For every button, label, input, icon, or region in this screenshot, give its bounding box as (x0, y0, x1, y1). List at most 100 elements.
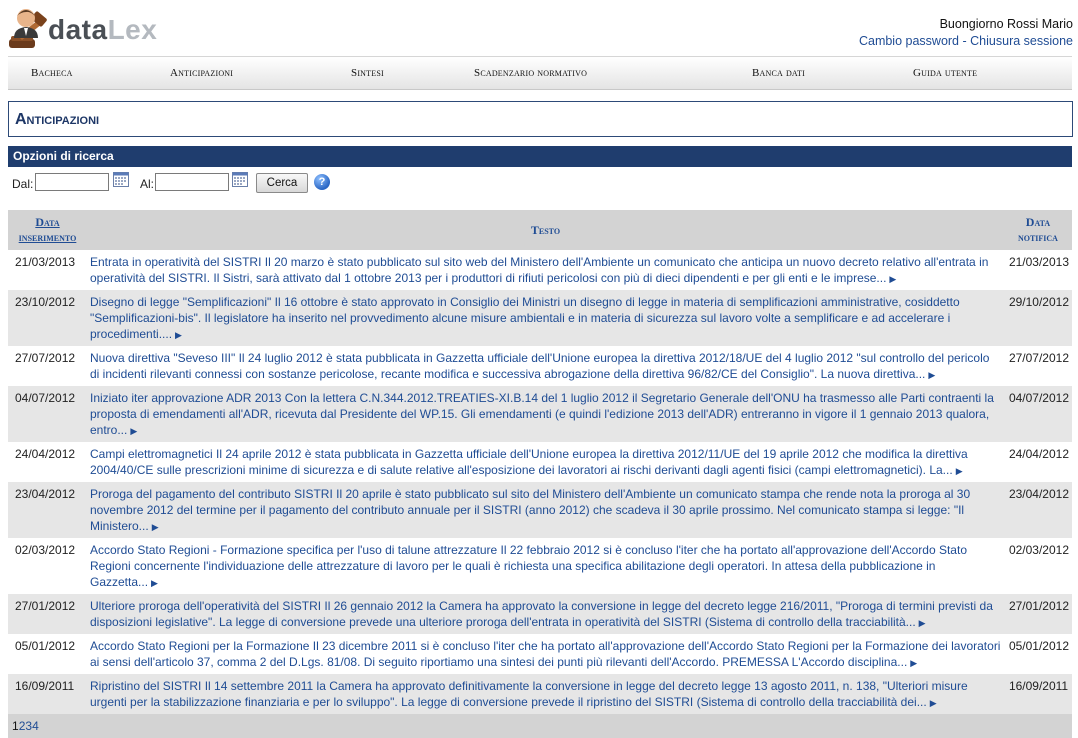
notify-date-cell: 21/03/2013 (1003, 250, 1072, 290)
news-link[interactable]: Accordo Stato Regioni per la Formazione … (90, 639, 1000, 669)
read-more-arrow-icon[interactable]: ▶ (889, 274, 896, 284)
news-link[interactable]: Accordo Stato Regioni - Formazione speci… (90, 543, 967, 589)
column-header-text: Testo (87, 210, 1004, 250)
news-link[interactable]: Entrata in operatività del SISTRI Il 20 … (90, 255, 988, 285)
read-more-arrow-icon[interactable]: ▶ (130, 426, 137, 436)
news-text-cell[interactable]: Ripristino del SISTRI Il 14 settembre 20… (87, 674, 1004, 714)
pager-current-page: 1 (12, 719, 19, 733)
table-row[interactable]: 05/01/2012 Accordo Stato Regioni per la F… (8, 634, 1072, 674)
news-link[interactable]: Disegno di legge "Semplificazioni" Il 16… (90, 295, 960, 341)
notify-date-cell: 23/04/2012 (1003, 482, 1072, 538)
pager-page-link[interactable]: 4 (32, 719, 39, 733)
nav-item-guida-utente[interactable]: Guida utente (913, 67, 977, 79)
help-icon[interactable]: ? (314, 174, 330, 190)
news-text-cell[interactable]: Campi elettromagnetici Il 24 aprile 2012… (87, 442, 1004, 482)
table-row[interactable]: 23/10/2012 Disegno di legge "Semplificazi… (8, 290, 1072, 346)
nav-item-scadenzario[interactable]: Scadenzario normativo (474, 67, 587, 79)
insert-date-cell: 27/01/2012 (8, 594, 87, 634)
news-text: Accordo Stato Regioni per la Formazione … (90, 639, 1001, 669)
calendar-icon[interactable] (113, 172, 129, 187)
insert-date-cell: 02/03/2012 (8, 538, 87, 594)
logo-wordmark: dataLex (48, 14, 158, 45)
greeting-text: Buongiorno Rossi Mario (939, 17, 1073, 31)
link-separator: - (962, 34, 967, 48)
news-link[interactable]: Campi elettromagnetici Il 24 aprile 2012… (90, 447, 968, 477)
table-row[interactable]: 02/03/2012 Accordo Stato Regioni - Formaz… (8, 538, 1072, 594)
notify-date-cell: 29/10/2012 (1003, 290, 1072, 346)
table-row[interactable]: 24/04/2012 Campi elettromagnetici Il 24 a… (8, 442, 1072, 482)
to-date-input[interactable] (155, 173, 229, 191)
from-date-input[interactable] (35, 173, 109, 191)
main-nav: Bacheca Anticipazioni Sintesi Scadenzari… (8, 56, 1072, 90)
from-date-label: Dal: (12, 177, 34, 191)
notify-date-cell: 27/01/2012 (1003, 594, 1072, 634)
news-text-cell[interactable]: Accordo Stato Regioni - Formazione speci… (87, 538, 1004, 594)
lawyer-gavel-icon (9, 9, 47, 48)
search-button[interactable]: Cerca (256, 173, 308, 193)
read-more-arrow-icon[interactable]: ▶ (175, 330, 182, 340)
notify-date-cell: 24/04/2012 (1003, 442, 1072, 482)
notify-date-cell: 27/07/2012 (1003, 346, 1072, 386)
insert-date-cell: 27/07/2012 (8, 346, 87, 386)
nav-item-banca-dati[interactable]: Banca dati (752, 67, 805, 79)
search-options-title: Opzioni di ricerca (13, 149, 114, 163)
read-more-arrow-icon[interactable]: ▶ (956, 466, 963, 476)
table-row[interactable]: 16/09/2011 Ripristino del SISTRI Il 14 se… (8, 674, 1072, 714)
news-text: Accordo Stato Regioni - Formazione speci… (90, 543, 967, 589)
calendar-icon[interactable] (232, 172, 248, 187)
table-row[interactable]: 27/01/2012 Ulteriore proroga dell'operati… (8, 594, 1072, 634)
news-link[interactable]: Ulteriore proroga dell'operatività del S… (90, 599, 993, 629)
results-table: Data inserimento Testo Data notifica 21/03… (8, 210, 1072, 738)
table-header-row: Data inserimento Testo Data notifica (8, 210, 1072, 250)
news-link[interactable]: Proroga del pagamento del contributo SIS… (90, 487, 970, 533)
news-text-cell[interactable]: Entrata in operatività del SISTRI Il 20 … (87, 250, 1004, 290)
news-text: Ulteriore proroga dell'operatività del S… (90, 599, 993, 629)
datalex-logo[interactable]: dataLex (8, 6, 168, 54)
sort-insert-date-link[interactable]: Data inserimento (19, 215, 77, 244)
nav-item-sintesi[interactable]: Sintesi (351, 67, 384, 79)
read-more-arrow-icon[interactable]: ▶ (928, 370, 935, 380)
table-row[interactable]: 23/04/2012 Proroga del pagamento del cont… (8, 482, 1072, 538)
news-text: Ripristino del SISTRI Il 14 settembre 20… (90, 679, 968, 709)
insert-date-cell: 23/10/2012 (8, 290, 87, 346)
read-more-arrow-icon[interactable]: ▶ (930, 698, 937, 708)
news-text-cell[interactable]: Ulteriore proroga dell'operatività del S… (87, 594, 1004, 634)
column-header-insert-date[interactable]: Data inserimento (8, 210, 87, 250)
news-text-cell[interactable]: Disegno di legge "Semplificazioni" Il 16… (87, 290, 1004, 346)
column-header-notify-date: Data notifica (1003, 210, 1072, 250)
news-text: Disegno di legge "Semplificazioni" Il 16… (90, 295, 960, 341)
news-text-cell[interactable]: Nuova direttiva "Seveso III" Il 24 lugli… (87, 346, 1004, 386)
change-password-link[interactable]: Cambio password (859, 34, 959, 48)
user-greeting-area: Buongiorno Rossi Mario Cambio password -… (859, 16, 1073, 50)
insert-date-cell: 21/03/2013 (8, 250, 87, 290)
insert-date-cell: 16/09/2011 (8, 674, 87, 714)
to-date-label: Al: (140, 177, 155, 191)
read-more-arrow-icon[interactable]: ▶ (919, 618, 926, 628)
news-link[interactable]: Ripristino del SISTRI Il 14 settembre 20… (90, 679, 968, 709)
news-link[interactable]: Iniziato iter approvazione ADR 2013 Con … (90, 391, 994, 437)
insert-date-cell: 05/01/2012 (8, 634, 87, 674)
news-text: Proroga del pagamento del contributo SIS… (90, 487, 971, 533)
table-row[interactable]: 04/07/2012 Iniziato iter approvazione ADR… (8, 386, 1072, 442)
insert-date-cell: 23/04/2012 (8, 482, 87, 538)
read-more-arrow-icon[interactable]: ▶ (151, 578, 158, 588)
notify-date-cell: 05/01/2012 (1003, 634, 1072, 674)
insert-date-cell: 04/07/2012 (8, 386, 87, 442)
nav-item-bacheca[interactable]: Bacheca (31, 67, 73, 79)
table-row[interactable]: 21/03/2013 Entrata in operatività del SIS… (8, 250, 1072, 290)
news-text-cell[interactable]: Accordo Stato Regioni per la Formazione … (87, 634, 1004, 674)
logout-link[interactable]: Chiusura sessione (970, 34, 1073, 48)
read-more-arrow-icon[interactable]: ▶ (910, 658, 917, 668)
news-text-cell[interactable]: Iniziato iter approvazione ADR 2013 Con … (87, 386, 1004, 442)
news-link[interactable]: Nuova direttiva "Seveso III" Il 24 lugli… (90, 351, 989, 381)
notify-date-cell: 02/03/2012 (1003, 538, 1072, 594)
read-more-arrow-icon[interactable]: ▶ (152, 522, 159, 532)
news-text: Iniziato iter approvazione ADR 2013 Con … (90, 391, 994, 437)
pager-page-link[interactable]: 2 (19, 719, 26, 733)
table-row[interactable]: 27/07/2012 Nuova direttiva "Seveso III" I… (8, 346, 1072, 386)
news-text: Nuova direttiva "Seveso III" Il 24 lugli… (90, 351, 990, 381)
insert-date-cell: 24/04/2012 (8, 442, 87, 482)
nav-item-anticipazioni[interactable]: Anticipazioni (170, 67, 233, 79)
news-text-cell[interactable]: Proroga del pagamento del contributo SIS… (87, 482, 1004, 538)
pager-page-link[interactable]: 3 (25, 719, 32, 733)
